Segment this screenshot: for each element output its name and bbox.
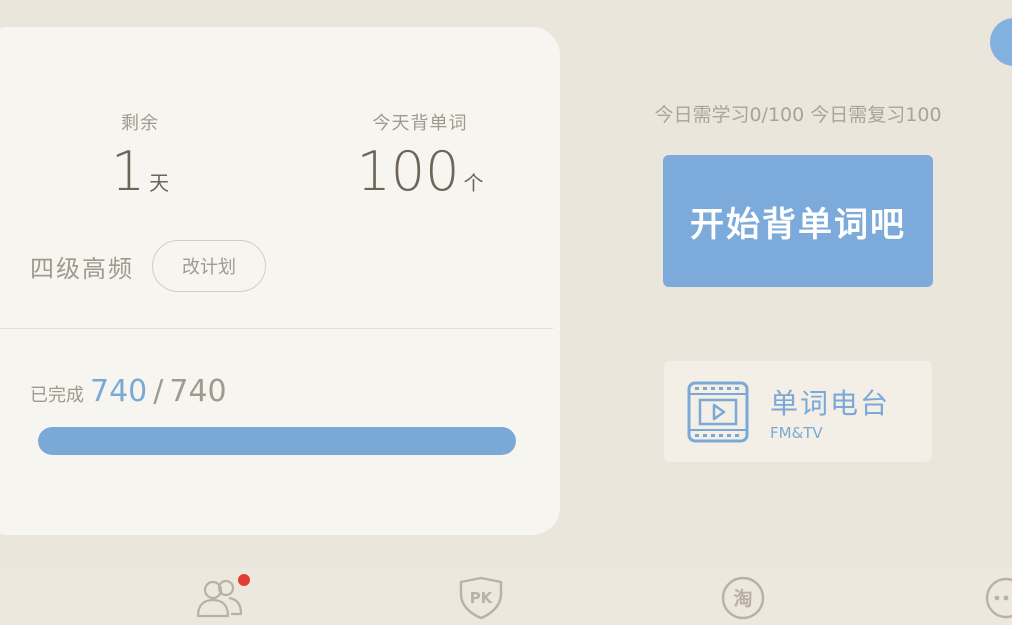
shop-glyph: 淘: [733, 587, 752, 610]
remaining-days-unit: 天: [149, 171, 170, 195]
today-words-value: 100: [356, 140, 460, 203]
word-radio-text: 单词电台 FM&TV: [770, 382, 890, 442]
pk-shield-icon[interactable]: PK: [457, 576, 505, 620]
remaining-days-value-row: 1天: [60, 143, 220, 201]
word-radio-subtitle: FM&TV: [770, 423, 823, 442]
remaining-days-stat: 剩余 1天: [60, 109, 220, 201]
progress-bar: [38, 427, 516, 455]
progress-done-count: 740: [90, 374, 148, 409]
plan-card: 剩余 1天 今天背单词 100 个 四级高频 改计划 已完成 740/740: [0, 27, 560, 535]
remaining-days-value: 1: [110, 140, 146, 203]
word-book-name: 四级高频: [30, 254, 134, 283]
word-radio-button[interactable]: 单词电台 FM&TV: [664, 361, 932, 462]
today-task-info: 今日需学习0/100 今日需复习100: [654, 104, 942, 126]
shop-icon[interactable]: 淘: [719, 576, 767, 620]
settings-icon[interactable]: [990, 18, 1012, 66]
change-plan-button[interactable]: 改计划: [152, 240, 266, 292]
video-play-icon: [687, 381, 749, 442]
today-words-label: 今天背单词: [372, 113, 468, 134]
progress-total-count: 740: [169, 374, 227, 409]
today-words-stat: 今天背单词 100 个: [335, 109, 505, 201]
today-words-unit: 个: [463, 171, 484, 195]
friends-icon[interactable]: [195, 576, 243, 620]
remaining-days-label: 剩余: [121, 113, 159, 134]
start-study-button[interactable]: 开始背单词吧: [663, 155, 933, 287]
word-app-home: 剩余 1天 今天背单词 100 个 四级高频 改计划 已完成 740/740 今日需…: [0, 0, 1012, 625]
progress-text: 已完成 740/740: [30, 374, 227, 409]
card-divider: [0, 328, 553, 329]
progress-bar-fill: [38, 427, 516, 455]
more-icon[interactable]: [982, 576, 1012, 620]
friends-notification-dot: [238, 574, 250, 586]
pk-glyph: PK: [470, 589, 494, 607]
word-radio-title: 单词电台: [770, 386, 891, 420]
book-row: 四级高频 改计划: [30, 240, 266, 292]
progress-separator: /: [153, 374, 164, 409]
bottom-nav: PK 淘: [0, 568, 1012, 625]
today-words-value-row: 100 个: [335, 143, 505, 201]
progress-label: 已完成: [30, 385, 84, 406]
